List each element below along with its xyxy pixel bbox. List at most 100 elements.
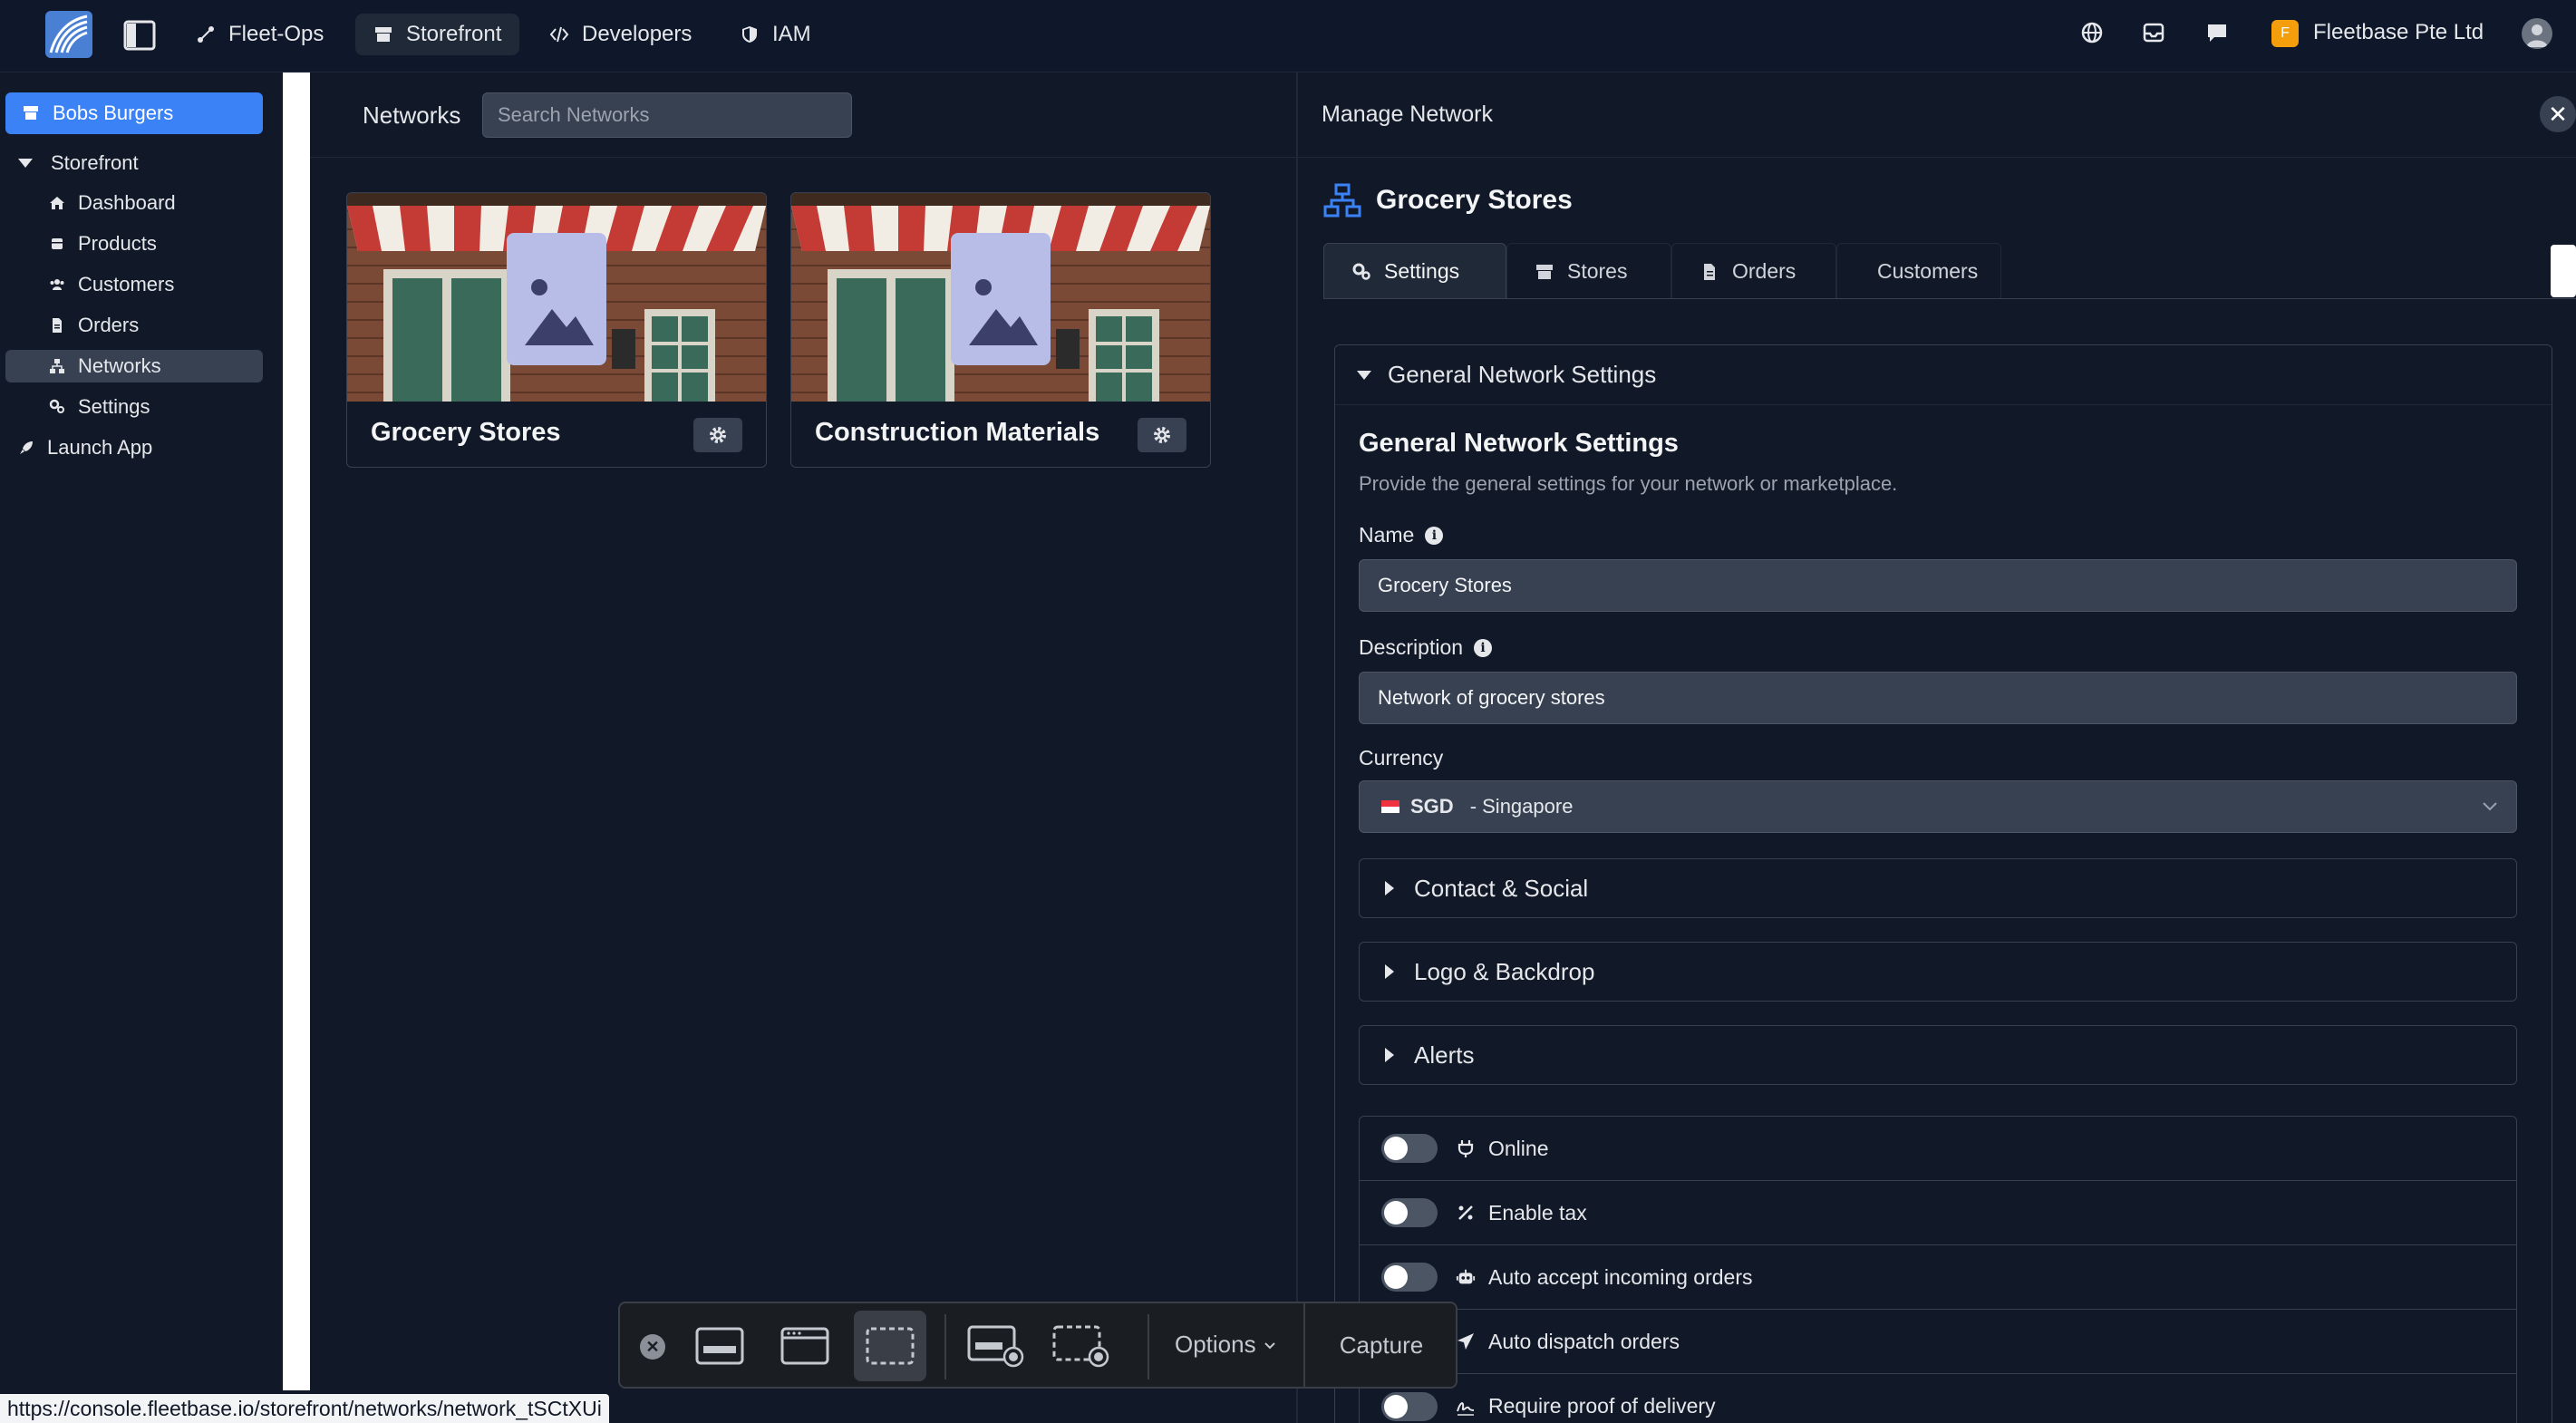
caret-right-icon	[1385, 881, 1394, 895]
sidebar-toggle-icon[interactable]	[123, 20, 156, 51]
sidebar-item-orders[interactable]: Orders	[49, 309, 139, 342]
toggle-row-auto-dispatch: Auto dispatch orders	[1360, 1310, 2516, 1374]
proof-delivery-switch[interactable]	[1381, 1391, 1438, 1421]
record-selection-icon	[1052, 1325, 1109, 1368]
sidebar-item-label: Products	[78, 232, 157, 255]
networks-header: Networks	[310, 73, 1296, 158]
fleetbase-logo[interactable]	[45, 11, 92, 58]
sidebar-item-products[interactable]: Products	[49, 227, 157, 260]
scrollbar[interactable]	[2551, 245, 2576, 297]
chevron-down-icon	[2483, 802, 2497, 811]
page-title: Networks	[363, 102, 461, 129]
capture-selection-button[interactable]	[854, 1311, 926, 1381]
nav-label: Fleet-Ops	[228, 22, 324, 46]
tab-stores[interactable]: Stores	[1506, 243, 1671, 299]
capture-label: Capture	[1339, 1331, 1424, 1359]
section-toggle-label: General Network Settings	[1388, 361, 1657, 388]
network-settings-button[interactable]	[693, 418, 742, 452]
inbox-icon[interactable]	[2141, 20, 2166, 45]
network-card[interactable]: Grocery Stores	[346, 192, 767, 468]
sidebar: Bobs Burgers Storefront Dashboard Produc…	[0, 73, 283, 1423]
form-heading: General Network Settings	[1359, 429, 1679, 458]
record-screen-button[interactable]	[959, 1311, 1031, 1381]
capture-entire-screen-button[interactable]	[683, 1311, 756, 1381]
network-settings-button[interactable]	[1138, 418, 1186, 452]
plug-icon	[1457, 1140, 1474, 1157]
auto-accept-switch[interactable]	[1381, 1263, 1438, 1292]
gear-icon	[1154, 427, 1170, 443]
search-input[interactable]	[482, 92, 852, 138]
percent-icon	[1458, 1205, 1473, 1220]
nav-storefront[interactable]: Storefront	[355, 14, 520, 55]
route-icon	[198, 26, 214, 43]
avatar[interactable]	[2522, 18, 2552, 49]
users-icon	[50, 279, 64, 290]
sidebar-item-launch-app[interactable]: Launch App	[18, 431, 152, 464]
org-name[interactable]: Fleetbase Pte Ltd	[2313, 20, 2484, 45]
logo-backdrop-toggle[interactable]: Logo & Backdrop	[1359, 942, 2517, 1002]
robot-icon	[1456, 1269, 1476, 1284]
name-field[interactable]	[1359, 559, 2517, 612]
capture-window-button[interactable]	[769, 1311, 841, 1381]
selection-icon	[866, 1327, 915, 1365]
contact-social-toggle[interactable]: Contact & Social	[1359, 858, 2517, 918]
nav-label: Developers	[582, 22, 692, 46]
tab-orders[interactable]: Orders	[1671, 243, 1836, 299]
paper-plane-icon	[1457, 1333, 1474, 1350]
gears-icon	[1352, 263, 1370, 280]
sidebar-section-storefront[interactable]: Storefront	[18, 147, 139, 179]
enable-tax-switch[interactable]	[1381, 1198, 1438, 1227]
tab-customers[interactable]: Customers	[1836, 243, 2001, 299]
store-front-image	[791, 193, 1210, 402]
sidebar-item-customers[interactable]: Customers	[49, 268, 174, 301]
store-switcher[interactable]: Bobs Burgers	[5, 92, 263, 134]
signature-icon	[1457, 1401, 1475, 1416]
network-card[interactable]: Construction Materials	[790, 192, 1211, 468]
close-icon: ✕	[2548, 100, 2568, 128]
info-icon[interactable]: i	[1474, 638, 1493, 657]
close-capture-button[interactable]: ✕	[640, 1334, 665, 1360]
nav-iam[interactable]: IAM	[721, 14, 829, 55]
sidebar-item-settings[interactable]: Settings	[49, 391, 150, 423]
chat-icon[interactable]	[2204, 20, 2230, 45]
nav-developers[interactable]: Developers	[531, 14, 710, 55]
currency-select[interactable]: SGD - Singapore	[1359, 780, 2517, 833]
nav-fleet-ops[interactable]: Fleet-Ops	[178, 14, 342, 55]
description-field[interactable]	[1359, 672, 2517, 724]
currency-name: - Singapore	[1469, 795, 1574, 818]
info-icon[interactable]: i	[1425, 526, 1444, 545]
toggle-label: Auto dispatch orders	[1488, 1329, 1680, 1353]
home-icon	[50, 197, 64, 209]
org-badge[interactable]: F	[2271, 20, 2299, 47]
online-switch[interactable]	[1381, 1134, 1438, 1163]
subsection-label: Contact & Social	[1414, 874, 1589, 902]
screen-icon	[695, 1327, 744, 1365]
options-label: Options	[1175, 1331, 1256, 1358]
record-selection-button[interactable]	[1044, 1311, 1117, 1381]
rocket-icon	[20, 441, 33, 454]
sidebar-item-networks[interactable]: Networks	[5, 350, 263, 382]
general-settings-section: General Network Settings General Network…	[1334, 344, 2552, 1423]
capture-button[interactable]: Capture	[1303, 1303, 1457, 1387]
sidebar-item-label: Launch App	[47, 436, 153, 459]
toggle-label: Require proof of delivery	[1488, 1394, 1716, 1418]
options-menu[interactable]: Options	[1175, 1331, 1276, 1359]
network-card-title: Grocery Stores	[371, 418, 561, 447]
panel-header: Manage Network ✕	[1298, 73, 2576, 158]
toggles-list: Online Enable tax Auto accept incoming o…	[1359, 1116, 2517, 1423]
chevron-down-icon	[1264, 1341, 1275, 1349]
globe-icon[interactable]	[2079, 20, 2105, 45]
general-settings-toggle[interactable]: General Network Settings	[1335, 345, 2552, 405]
alerts-toggle[interactable]: Alerts	[1359, 1025, 2517, 1085]
tab-label: Customers	[1877, 259, 1979, 283]
gear-icon	[710, 427, 726, 443]
description-label: Description i	[1359, 635, 1493, 660]
tab-settings[interactable]: Settings	[1323, 243, 1506, 299]
store-switcher-label: Bobs Burgers	[53, 102, 174, 124]
networks-list: Networks Search Networks Grocery Stores …	[310, 73, 1296, 1423]
close-icon: ✕	[645, 1337, 660, 1356]
toggle-label: Online	[1488, 1136, 1549, 1160]
close-panel-button[interactable]: ✕	[2540, 96, 2576, 132]
sidebar-item-dashboard[interactable]: Dashboard	[49, 187, 176, 219]
network-card-title: Construction Materials	[815, 418, 1100, 447]
